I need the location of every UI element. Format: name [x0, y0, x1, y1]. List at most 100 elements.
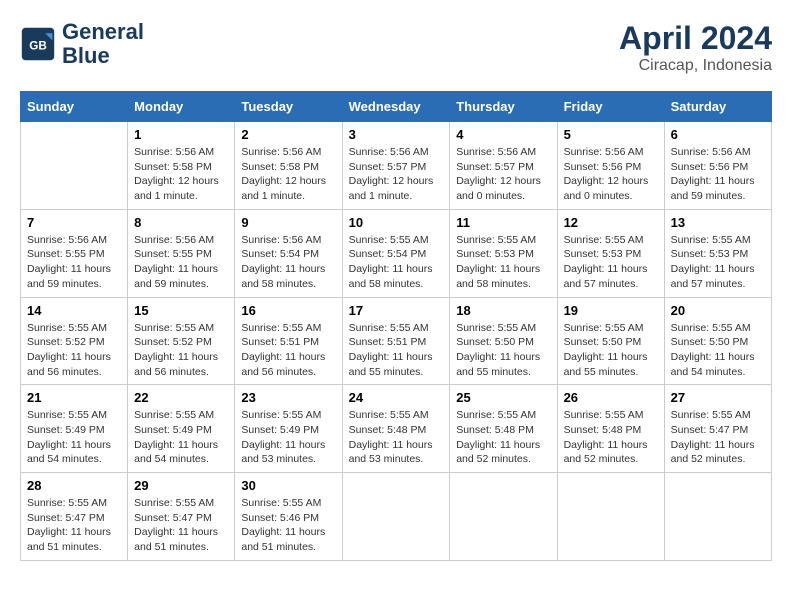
day-info: Sunrise: 5:55 AM Sunset: 5:54 PM Dayligh…: [349, 233, 444, 292]
day-info: Sunrise: 5:55 AM Sunset: 5:51 PM Dayligh…: [241, 321, 335, 380]
day-info: Sunrise: 5:55 AM Sunset: 5:53 PM Dayligh…: [456, 233, 550, 292]
day-number: 19: [564, 303, 658, 318]
day-info: Sunrise: 5:55 AM Sunset: 5:48 PM Dayligh…: [456, 408, 550, 467]
day-number: 12: [564, 215, 658, 230]
day-number: 25: [456, 390, 550, 405]
calendar-day-cell: 7 Sunrise: 5:56 AM Sunset: 5:55 PM Daylig…: [21, 209, 128, 297]
day-number: 22: [134, 390, 228, 405]
day-number: 15: [134, 303, 228, 318]
calendar-col-header: Sunday: [21, 92, 128, 122]
day-info: Sunrise: 5:56 AM Sunset: 5:57 PM Dayligh…: [349, 145, 444, 204]
calendar-day-cell: 23Sunrise: 5:55 AM Sunset: 5:49 PM Dayli…: [235, 385, 342, 473]
day-number: 30: [241, 478, 335, 493]
calendar-day-cell: 3Sunrise: 5:56 AM Sunset: 5:57 PM Daylig…: [342, 122, 450, 210]
day-info: Sunrise: 5:56 AM Sunset: 5:58 PM Dayligh…: [134, 145, 228, 204]
day-number: 26: [564, 390, 658, 405]
calendar-day-cell: 27 Sunrise: 5:55 AM Sunset: 5:47 PM Dayli…: [664, 385, 771, 473]
day-number: 21: [27, 390, 121, 405]
day-info: Sunrise: 5:55 AM Sunset: 5:48 PM Dayligh…: [349, 408, 444, 467]
calendar-day-cell: 25 Sunrise: 5:55 AM Sunset: 5:48 PM Dayli…: [450, 385, 557, 473]
calendar-day-cell: [557, 473, 664, 561]
day-number: 9: [241, 215, 335, 230]
day-number: 11: [456, 215, 550, 230]
calendar-col-header: Monday: [128, 92, 235, 122]
calendar-col-header: Wednesday: [342, 92, 450, 122]
day-info: Sunrise: 5:56 AM Sunset: 5:57 PM Dayligh…: [456, 145, 550, 204]
day-info: Sunrise: 5:55 AM Sunset: 5:47 PM Dayligh…: [134, 496, 228, 555]
page-header: GB General Blue April 2024 Ciracap, Indo…: [20, 20, 772, 75]
day-info: Sunrise: 5:56 AM Sunset: 5:55 PM Dayligh…: [27, 233, 121, 292]
day-number: 23: [241, 390, 335, 405]
day-number: 7: [27, 215, 121, 230]
day-info: Sunrise: 5:55 AM Sunset: 5:50 PM Dayligh…: [671, 321, 765, 380]
day-number: 1: [134, 127, 228, 142]
calendar-day-cell: 4 Sunrise: 5:56 AM Sunset: 5:57 PM Daylig…: [450, 122, 557, 210]
day-number: 24: [349, 390, 444, 405]
calendar-day-cell: 24 Sunrise: 5:55 AM Sunset: 5:48 PM Dayli…: [342, 385, 450, 473]
day-number: 8: [134, 215, 228, 230]
day-info: Sunrise: 5:55 AM Sunset: 5:53 PM Dayligh…: [564, 233, 658, 292]
title-block: April 2024 Ciracap, Indonesia: [619, 20, 772, 75]
calendar-week-row: 7 Sunrise: 5:56 AM Sunset: 5:55 PM Daylig…: [21, 209, 772, 297]
logo-text: General Blue: [62, 20, 144, 68]
day-info: Sunrise: 5:55 AM Sunset: 5:52 PM Dayligh…: [27, 321, 121, 380]
day-info: Sunrise: 5:55 AM Sunset: 5:47 PM Dayligh…: [27, 496, 121, 555]
calendar-day-cell: 11 Sunrise: 5:55 AM Sunset: 5:53 PM Dayli…: [450, 209, 557, 297]
calendar-day-cell: 22Sunrise: 5:55 AM Sunset: 5:49 PM Dayli…: [128, 385, 235, 473]
day-info: Sunrise: 5:55 AM Sunset: 5:47 PM Dayligh…: [671, 408, 765, 467]
calendar-day-cell: [21, 122, 128, 210]
calendar-day-cell: 20 Sunrise: 5:55 AM Sunset: 5:50 PM Dayli…: [664, 297, 771, 385]
subtitle: Ciracap, Indonesia: [619, 57, 772, 75]
day-info: Sunrise: 5:56 AM Sunset: 5:55 PM Dayligh…: [134, 233, 228, 292]
day-number: 16: [241, 303, 335, 318]
day-number: 5: [564, 127, 658, 142]
calendar-day-cell: 10 Sunrise: 5:55 AM Sunset: 5:54 PM Dayli…: [342, 209, 450, 297]
day-number: 17: [349, 303, 444, 318]
calendar-week-row: 14 Sunrise: 5:55 AM Sunset: 5:52 PM Dayli…: [21, 297, 772, 385]
calendar-col-header: Friday: [557, 92, 664, 122]
day-number: 2: [241, 127, 335, 142]
calendar-day-cell: 14 Sunrise: 5:55 AM Sunset: 5:52 PM Dayli…: [21, 297, 128, 385]
calendar-day-cell: 29 Sunrise: 5:55 AM Sunset: 5:47 PM Dayli…: [128, 473, 235, 561]
day-number: 29: [134, 478, 228, 493]
calendar-col-header: Thursday: [450, 92, 557, 122]
day-info: Sunrise: 5:56 AM Sunset: 5:54 PM Dayligh…: [241, 233, 335, 292]
calendar-day-cell: 6Sunrise: 5:56 AM Sunset: 5:56 PM Daylig…: [664, 122, 771, 210]
calendar-day-cell: 18Sunrise: 5:55 AM Sunset: 5:50 PM Dayli…: [450, 297, 557, 385]
calendar-day-cell: 16 Sunrise: 5:55 AM Sunset: 5:51 PM Dayli…: [235, 297, 342, 385]
day-info: Sunrise: 5:55 AM Sunset: 5:48 PM Dayligh…: [564, 408, 658, 467]
calendar-day-cell: 9 Sunrise: 5:56 AM Sunset: 5:54 PM Daylig…: [235, 209, 342, 297]
logo-icon: GB: [20, 26, 56, 62]
calendar-week-row: 1 Sunrise: 5:56 AM Sunset: 5:58 PM Daylig…: [21, 122, 772, 210]
day-number: 10: [349, 215, 444, 230]
day-number: 27: [671, 390, 765, 405]
day-info: Sunrise: 5:55 AM Sunset: 5:51 PM Dayligh…: [349, 321, 444, 380]
day-info: Sunrise: 5:55 AM Sunset: 5:52 PM Dayligh…: [134, 321, 228, 380]
calendar-day-cell: 17 Sunrise: 5:55 AM Sunset: 5:51 PM Dayli…: [342, 297, 450, 385]
calendar-week-row: 21Sunrise: 5:55 AM Sunset: 5:49 PM Dayli…: [21, 385, 772, 473]
day-number: 20: [671, 303, 765, 318]
calendar-table: SundayMondayTuesdayWednesdayThursdayFrid…: [20, 91, 772, 561]
calendar-day-cell: 26 Sunrise: 5:55 AM Sunset: 5:48 PM Dayli…: [557, 385, 664, 473]
day-info: Sunrise: 5:56 AM Sunset: 5:56 PM Dayligh…: [564, 145, 658, 204]
day-number: 13: [671, 215, 765, 230]
day-info: Sunrise: 5:55 AM Sunset: 5:50 PM Dayligh…: [564, 321, 658, 380]
calendar-day-cell: 2Sunrise: 5:56 AM Sunset: 5:58 PM Daylig…: [235, 122, 342, 210]
calendar-body: 1 Sunrise: 5:56 AM Sunset: 5:58 PM Daylig…: [21, 122, 772, 561]
calendar-day-cell: 8 Sunrise: 5:56 AM Sunset: 5:55 PM Daylig…: [128, 209, 235, 297]
day-number: 4: [456, 127, 550, 142]
calendar-day-cell: 30Sunrise: 5:55 AM Sunset: 5:46 PM Dayli…: [235, 473, 342, 561]
calendar-day-cell: 12 Sunrise: 5:55 AM Sunset: 5:53 PM Dayli…: [557, 209, 664, 297]
day-info: Sunrise: 5:56 AM Sunset: 5:56 PM Dayligh…: [671, 145, 765, 204]
calendar-day-cell: [342, 473, 450, 561]
day-number: 14: [27, 303, 121, 318]
calendar-col-header: Saturday: [664, 92, 771, 122]
calendar-day-cell: 19 Sunrise: 5:55 AM Sunset: 5:50 PM Dayli…: [557, 297, 664, 385]
svg-text:GB: GB: [29, 40, 47, 53]
calendar-day-cell: 13 Sunrise: 5:55 AM Sunset: 5:53 PM Dayli…: [664, 209, 771, 297]
calendar-week-row: 28 Sunrise: 5:55 AM Sunset: 5:47 PM Dayli…: [21, 473, 772, 561]
day-info: Sunrise: 5:55 AM Sunset: 5:53 PM Dayligh…: [671, 233, 765, 292]
day-number: 18: [456, 303, 550, 318]
calendar-day-cell: 1 Sunrise: 5:56 AM Sunset: 5:58 PM Daylig…: [128, 122, 235, 210]
day-number: 28: [27, 478, 121, 493]
